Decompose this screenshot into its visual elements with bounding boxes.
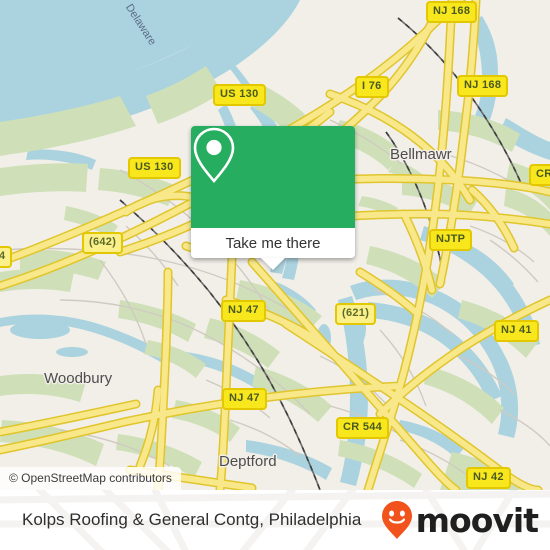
moovit-map-screen: Delaware Bellmawr Woodbury Deptford NJ 1… xyxy=(0,0,550,550)
map-pin-icon xyxy=(193,127,235,184)
road-shield-cr[interactable]: CR xyxy=(529,164,550,186)
moovit-brand[interactable]: moovit xyxy=(380,490,539,550)
popup-tail xyxy=(261,258,285,270)
road-shield-621[interactable]: (621) xyxy=(335,303,377,325)
place-label-deptford: Deptford xyxy=(219,453,277,470)
road-shield-nj-42[interactable]: NJ 42 xyxy=(466,467,511,489)
road-shield-us-130-north[interactable]: US 130 xyxy=(213,84,266,106)
road-shield-nj-47-south[interactable]: NJ 47 xyxy=(222,388,267,410)
road-shield-642[interactable]: (642) xyxy=(82,232,124,254)
place-title: Kolps Roofing & General Contg, Philadelp… xyxy=(22,510,362,529)
road-shield-nj-168-east[interactable]: NJ 168 xyxy=(457,75,509,97)
road-shield-nj-47-north[interactable]: NJ 47 xyxy=(221,300,266,322)
popup-icon-area xyxy=(191,126,355,228)
road-shield-nj-41[interactable]: NJ 41 xyxy=(494,320,539,342)
road-shield-njtp[interactable]: NJTP xyxy=(429,229,473,251)
road-shield-us-130-west[interactable]: US 130 xyxy=(128,157,181,179)
road-shield-4[interactable]: 4 xyxy=(0,246,13,268)
moovit-pin-icon xyxy=(381,501,412,539)
map-canvas[interactable]: Delaware Bellmawr Woodbury Deptford NJ 1… xyxy=(0,0,550,490)
location-popup-card[interactable]: Take me there xyxy=(191,126,355,270)
place-label-woodbury: Woodbury xyxy=(44,370,113,387)
popup-action-area[interactable]: Take me there xyxy=(191,228,355,270)
footer-bar: Kolps Roofing & General Contg, Philadelp… xyxy=(0,490,550,550)
take-me-there-label: Take me there xyxy=(225,234,321,252)
road-shield-cr-544[interactable]: CR 544 xyxy=(336,417,390,439)
road-shield-nj-168-north[interactable]: NJ 168 xyxy=(426,1,478,23)
moovit-wordmark: moovit xyxy=(415,500,539,540)
road-shield-i-76[interactable]: I 76 xyxy=(355,76,389,98)
place-label-bellmawr: Bellmawr xyxy=(390,146,452,163)
osm-attribution[interactable]: © OpenStreetMap contributors xyxy=(0,467,181,490)
